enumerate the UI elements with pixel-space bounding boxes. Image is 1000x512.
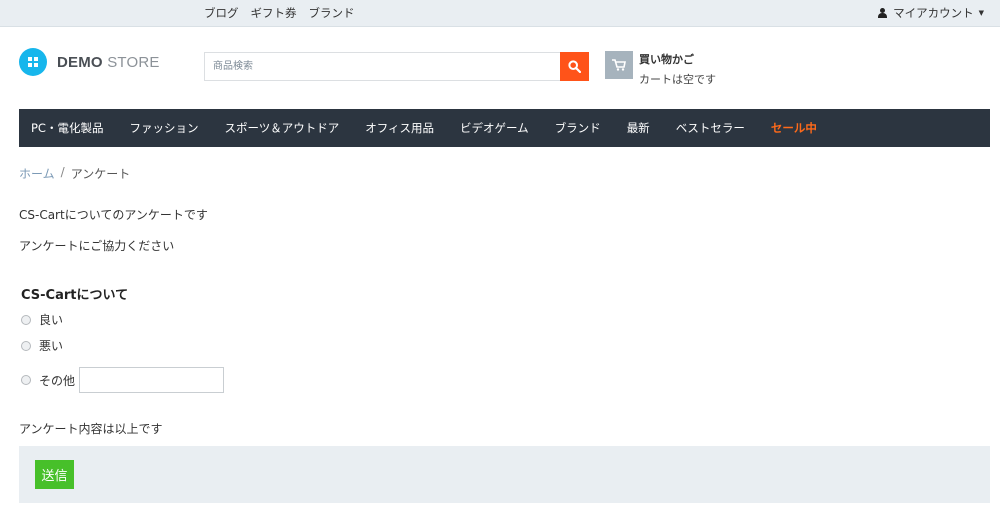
top-bar: ブログ ギフト券 ブランド マイアカウント ▼ (0, 0, 1000, 27)
submit-button[interactable]: 送信 (35, 460, 74, 489)
top-link-brands[interactable]: ブランド (309, 5, 355, 21)
search-button[interactable] (560, 52, 589, 81)
option-other[interactable]: その他 (21, 367, 225, 393)
option-good[interactable]: 良い (21, 311, 63, 328)
option-good-label: 良い (39, 313, 64, 327)
nav-item-sports-outdoor[interactable]: スポーツ＆アウトドア (224, 120, 339, 136)
nav-item-fashion[interactable]: ファッション (129, 120, 198, 136)
main-nav: PC・電化製品 ファッション スポーツ＆アウトドア オフィス用品 ビデオゲーム … (19, 109, 990, 147)
cart-text: 買い物かご カートは空です (639, 51, 716, 87)
radio-other[interactable] (21, 375, 31, 385)
nav-item-sale[interactable]: セール中 (771, 120, 817, 136)
nav-item-brands[interactable]: ブランド (555, 120, 601, 136)
logo-icon (19, 48, 47, 76)
store-logo[interactable]: DEMO STORE (19, 48, 160, 76)
nav-item-newest[interactable]: 最新 (627, 120, 650, 136)
radio-good[interactable] (21, 314, 31, 325)
breadcrumb-current: アンケート (70, 167, 131, 181)
top-link-blog[interactable]: ブログ (204, 5, 239, 21)
logo-text: DEMO STORE (57, 54, 160, 71)
user-icon (878, 8, 888, 18)
radio-bad[interactable] (21, 340, 31, 351)
top-links: ブログ ギフト券 ブランド (204, 5, 355, 21)
breadcrumb: ホーム / アンケート (19, 165, 130, 182)
survey-request-text: アンケートにご協力ください (19, 239, 175, 253)
top-link-gift-cards[interactable]: ギフト券 (251, 5, 297, 21)
nav-item-office[interactable]: オフィス用品 (365, 120, 434, 136)
search-bar (204, 52, 589, 81)
cart-title: 買い物かご (639, 53, 694, 66)
option-other-label: その他 (39, 373, 76, 388)
breadcrumb-home-link[interactable]: ホーム (19, 165, 55, 182)
logo-demo-text: DEMO (57, 53, 103, 71)
my-account-menu[interactable]: マイアカウント ▼ (878, 5, 984, 21)
my-account-label: マイアカウント (893, 6, 974, 20)
other-answer-input[interactable] (79, 367, 225, 393)
cart-widget[interactable]: 買い物かご カートは空です (605, 51, 716, 87)
nav-item-pc-electronics[interactable]: PC・電化製品 (31, 120, 103, 136)
cart-icon (605, 51, 633, 79)
survey-intro-text: CS-Cartについてのアンケートです (19, 208, 208, 222)
submit-panel: 送信 (19, 446, 990, 503)
logo-store-text: STORE (107, 53, 160, 71)
survey-question-title: CS-Cartについて (21, 288, 129, 303)
survey-closing-text: アンケート内容は以上です (19, 422, 163, 436)
breadcrumb-separator: / (60, 165, 65, 179)
option-bad-label: 悪い (39, 339, 64, 353)
nav-item-bestsellers[interactable]: ベストセラー (676, 120, 745, 136)
cart-status: カートは空です (639, 73, 716, 86)
search-input[interactable] (204, 52, 560, 81)
search-icon (568, 60, 581, 73)
caret-down-icon: ▼ (978, 9, 984, 17)
option-bad[interactable]: 悪い (21, 337, 63, 354)
nav-item-video-games[interactable]: ビデオゲーム (460, 120, 529, 136)
